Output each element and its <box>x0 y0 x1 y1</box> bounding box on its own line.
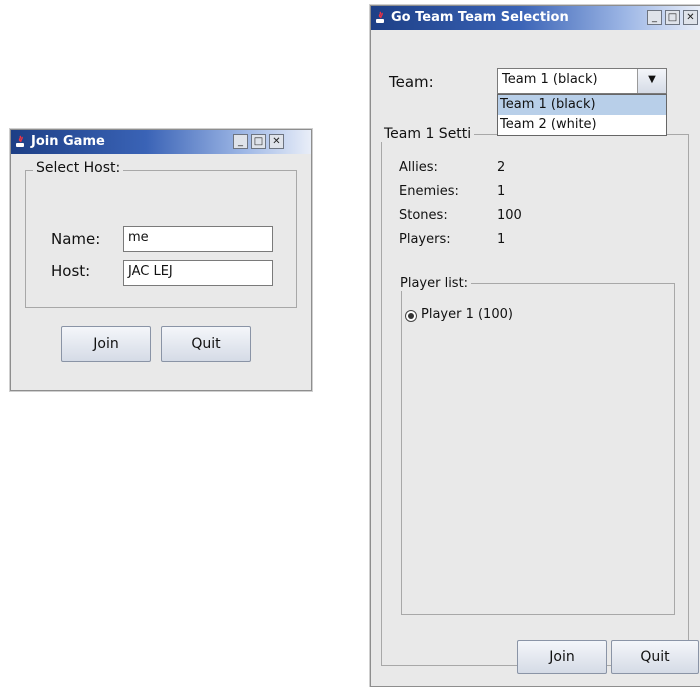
maximize-icon[interactable]: □ <box>251 134 266 149</box>
maximize-icon[interactable]: □ <box>665 10 680 25</box>
minimize-icon[interactable]: _ <box>647 10 662 25</box>
java-icon <box>16 135 24 147</box>
team-dropdown[interactable]: Team 1 (black) ▼ <box>497 68 667 94</box>
join-game-titlebar[interactable]: Join Game _ □ ✕ <box>11 130 311 154</box>
player-radio[interactable] <box>405 310 417 322</box>
host-field[interactable]: JAC LEJ <box>123 260 273 286</box>
stat-value: 1 <box>497 184 506 199</box>
stat-label: Players: <box>399 232 451 247</box>
quit-button[interactable]: Quit <box>611 640 699 674</box>
team-selection-titlebar[interactable]: Go Team Team Selection _ □ ✕ <box>371 6 700 30</box>
select-host-title: Select Host: <box>33 160 124 176</box>
name-field[interactable]: me <box>123 226 273 252</box>
stat-label: Allies: <box>399 160 438 175</box>
team-selection-window: Go Team Team Selection _ □ ✕ Team: Team … <box>370 5 700 687</box>
stat-value: 2 <box>497 160 506 175</box>
team-option[interactable]: Team 2 (white) <box>498 115 666 135</box>
team-dropdown-value: Team 1 (black) <box>502 72 598 87</box>
stat-label: Stones: <box>399 208 448 223</box>
host-label: Host: <box>51 262 91 280</box>
quit-button[interactable]: Quit <box>161 326 251 362</box>
name-label: Name: <box>51 230 101 248</box>
team-option[interactable]: Team 1 (black) <box>498 95 666 115</box>
java-icon <box>376 11 384 23</box>
team-settings-title: Team 1 Setti <box>381 126 475 142</box>
player-list-title: Player list: <box>397 276 472 291</box>
team-dropdown-popup: Team 1 (black) Team 2 (white) <box>497 94 667 136</box>
stat-label: Enemies: <box>399 184 459 199</box>
minimize-icon[interactable]: _ <box>233 134 248 149</box>
close-icon[interactable]: ✕ <box>683 10 698 25</box>
team-selection-title: Go Team Team Selection <box>391 10 569 25</box>
chevron-down-icon[interactable]: ▼ <box>637 69 666 93</box>
join-button[interactable]: Join <box>517 640 607 674</box>
team-label: Team: <box>389 73 434 91</box>
join-game-window: Join Game _ □ ✕ Select Host: Name: me Ho… <box>10 129 312 391</box>
player-list-item[interactable]: Player 1 (100) <box>421 307 513 322</box>
player-list-group <box>401 283 675 615</box>
stat-value: 100 <box>497 208 522 223</box>
close-icon[interactable]: ✕ <box>269 134 284 149</box>
join-game-title: Join Game <box>31 134 105 149</box>
stat-value: 1 <box>497 232 506 247</box>
join-button[interactable]: Join <box>61 326 151 362</box>
